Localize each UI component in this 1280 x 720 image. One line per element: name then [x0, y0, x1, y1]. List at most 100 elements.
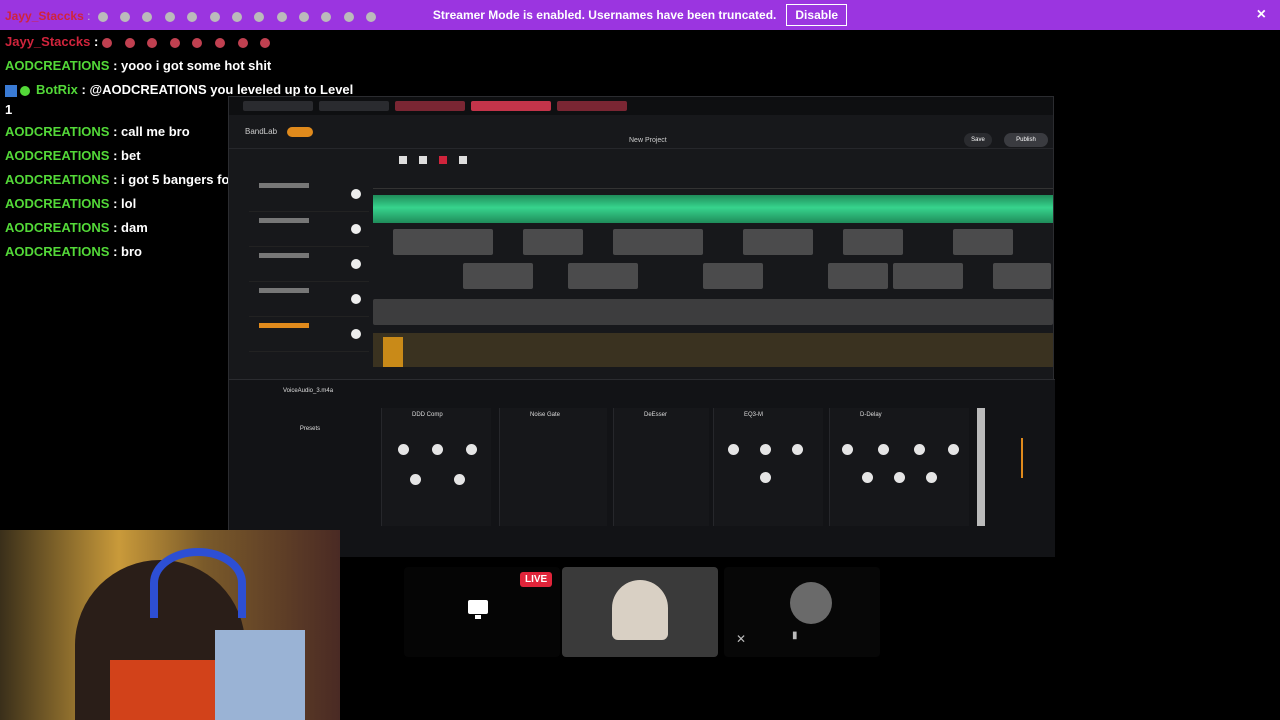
emote-icon	[231, 11, 242, 22]
track-volume-knob[interactable]	[351, 259, 361, 269]
track-volume-knob[interactable]	[351, 224, 361, 234]
chat-username[interactable]: AODCREATIONS	[5, 58, 109, 73]
audio-clip[interactable]	[893, 263, 963, 289]
fx-knob[interactable]	[842, 444, 853, 455]
project-title[interactable]: New Project	[629, 137, 667, 144]
track-volume-knob[interactable]	[351, 189, 361, 199]
audio-clip[interactable]	[568, 263, 638, 289]
audio-clip[interactable]	[463, 263, 533, 289]
audio-clip[interactable]	[993, 263, 1051, 289]
fx-unit[interactable]: Noise Gate	[499, 408, 607, 526]
fx-unit-name: Noise Gate	[530, 412, 561, 418]
loop-icon[interactable]	[459, 156, 467, 164]
audio-clip[interactable]	[703, 263, 763, 289]
participant-video-figure	[612, 580, 668, 640]
chat-username[interactable]: AODCREATIONS	[5, 148, 109, 163]
audio-clip[interactable]	[373, 299, 1053, 325]
publish-button[interactable]: Publish	[1004, 133, 1048, 147]
emote-icon	[298, 11, 309, 22]
record-icon[interactable]	[439, 156, 447, 164]
chat-separator: :	[93, 34, 102, 49]
fx-knob[interactable]	[894, 472, 905, 483]
chat-message: Jayy_Staccks :	[0, 32, 360, 56]
browser-tab[interactable]	[557, 101, 627, 111]
chat-separator: :	[109, 220, 122, 235]
daw-screen-share: BandLab New Project Save Publish VoiceAu…	[228, 96, 1055, 557]
fx-knob[interactable]	[926, 472, 937, 483]
fx-knob[interactable]	[878, 444, 889, 455]
audio-clip[interactable]	[613, 229, 703, 255]
fx-knob[interactable]	[760, 444, 771, 455]
audio-clip[interactable]	[843, 229, 903, 255]
fx-knob[interactable]	[454, 474, 465, 485]
chat-username[interactable]: AODCREATIONS	[5, 124, 109, 139]
play-icon[interactable]	[399, 156, 407, 164]
fx-unit-name: DeEsser	[644, 412, 668, 418]
emote-icon	[169, 37, 180, 48]
fx-scrollbar[interactable]	[977, 408, 985, 526]
fx-knob[interactable]	[792, 444, 803, 455]
track-header[interactable]	[249, 177, 369, 212]
chat-username[interactable]: AODCREATIONS	[5, 172, 109, 187]
fx-knob[interactable]	[948, 444, 959, 455]
fx-unit[interactable]: DDD Comp	[381, 408, 491, 526]
track-name	[259, 183, 309, 188]
track-header[interactable]	[249, 317, 369, 352]
chat-username[interactable]: AODCREATIONS	[5, 244, 109, 259]
audio-clip[interactable]	[828, 263, 888, 289]
fx-knob[interactable]	[432, 444, 443, 455]
emote-icon	[321, 11, 332, 22]
emote-icon	[343, 11, 354, 22]
fx-knob[interactable]	[862, 472, 873, 483]
emote-icon	[142, 11, 153, 22]
track-volume-knob[interactable]	[351, 294, 361, 304]
fx-unit[interactable]: EQ3-M	[713, 408, 823, 526]
track-header[interactable]	[249, 282, 369, 317]
browser-tab[interactable]	[395, 101, 465, 111]
chat-text: yooo i got some hot shit	[121, 58, 272, 73]
audio-clip[interactable]	[523, 229, 583, 255]
emote-icon	[187, 11, 198, 22]
browser-tab[interactable]	[319, 101, 389, 111]
chat-separator: :	[109, 172, 122, 187]
chat-separator: :	[109, 124, 122, 139]
fx-knob[interactable]	[728, 444, 739, 455]
fx-knob[interactable]	[466, 444, 477, 455]
participant-avatar	[790, 582, 832, 624]
fx-unit[interactable]: DeEsser	[613, 408, 709, 526]
chat-username[interactable]: AODCREATIONS	[5, 196, 109, 211]
emote-icon	[254, 11, 265, 22]
headphones-icon	[150, 548, 246, 618]
browser-tab-active[interactable]	[471, 101, 551, 111]
close-icon[interactable]: ×	[1257, 6, 1266, 24]
fx-knob[interactable]	[410, 474, 421, 485]
track-lane	[373, 299, 1053, 333]
fx-knob[interactable]	[760, 472, 771, 483]
chat-username[interactable]: Jayy_Staccks	[5, 34, 90, 49]
chat-username[interactable]: BotRix	[36, 82, 78, 97]
audio-clip[interactable]	[743, 229, 813, 255]
track-header[interactable]	[249, 212, 369, 247]
timeline-ruler[interactable]	[373, 179, 1053, 189]
browser-tab[interactable]	[243, 101, 313, 111]
audio-clip[interactable]	[393, 229, 493, 255]
chat-username[interactable]: AODCREATIONS	[5, 220, 109, 235]
skip-back-icon[interactable]	[419, 156, 427, 164]
presets-selector[interactable]: Presets	[255, 426, 365, 432]
track-header[interactable]	[249, 247, 369, 282]
fx-knob[interactable]	[398, 444, 409, 455]
save-button[interactable]: Save	[964, 133, 992, 147]
emote-icon	[120, 11, 131, 22]
fx-unit[interactable]: D-Delay	[829, 408, 969, 526]
audio-clip-waveform[interactable]	[373, 195, 1053, 223]
webcam-feed	[0, 530, 340, 720]
audio-clip-selected[interactable]	[383, 337, 403, 367]
screen: Jayy_Staccks : Streamer Mode is enabled.…	[0, 0, 1280, 720]
presets-label: Presets	[299, 426, 321, 432]
disable-streamer-mode-button[interactable]: Disable	[786, 4, 848, 26]
verified-badge-icon	[20, 85, 30, 96]
fx-knob[interactable]	[914, 444, 925, 455]
audio-clip[interactable]	[953, 229, 1013, 255]
emote-icon	[97, 11, 108, 22]
track-volume-knob[interactable]	[351, 329, 361, 339]
